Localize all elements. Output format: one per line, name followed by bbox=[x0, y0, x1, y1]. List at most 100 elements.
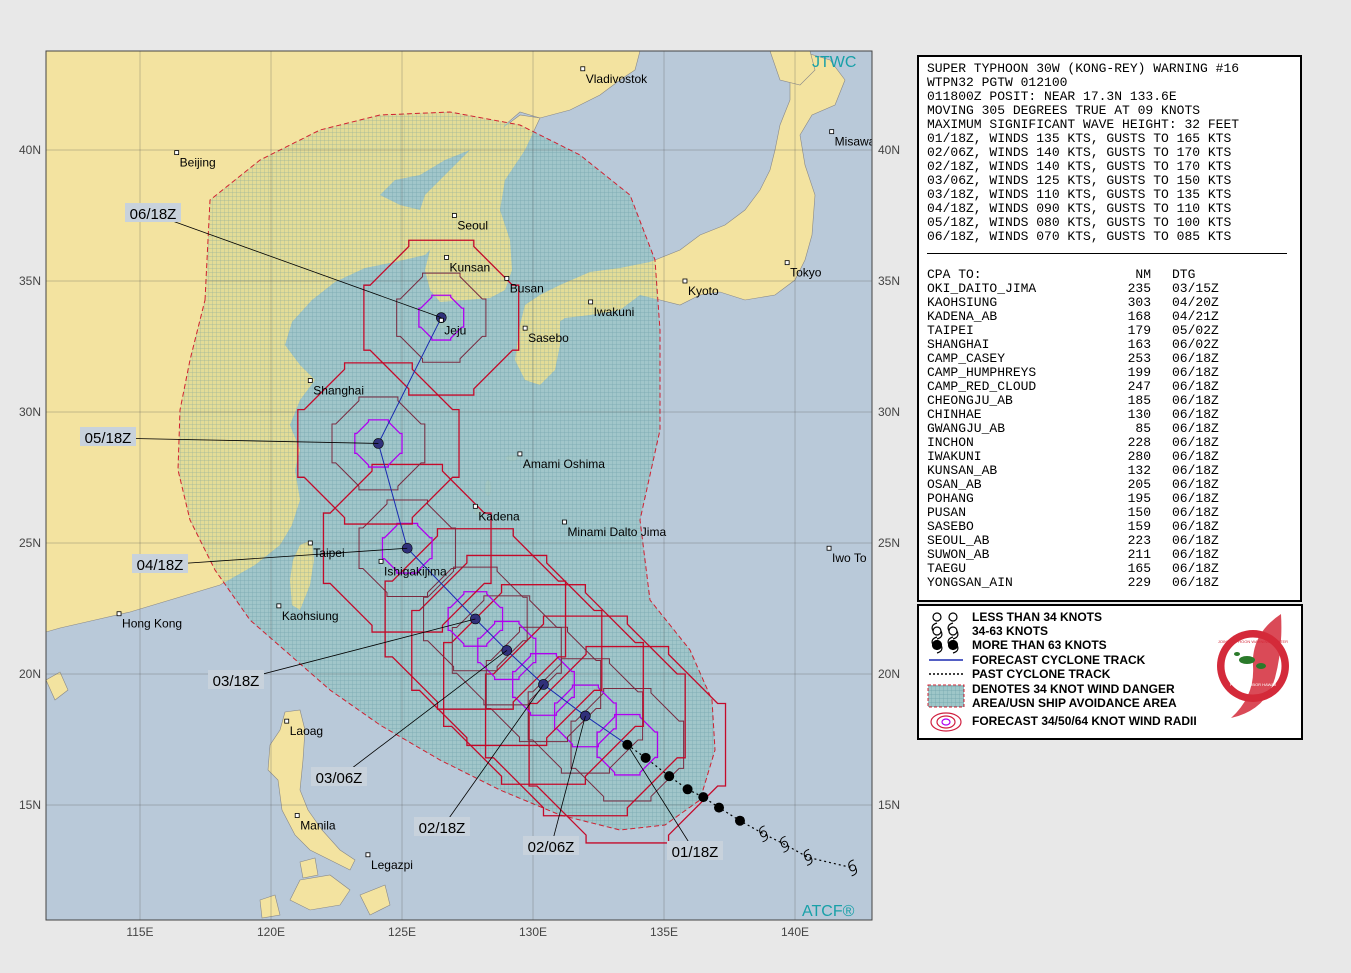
city-label: Beijing bbox=[180, 156, 216, 170]
cpa-row-dtg: 06/18Z bbox=[1172, 477, 1219, 492]
jtwc-label: JTWC bbox=[812, 54, 856, 71]
cpa-row-name: OSAN_AB bbox=[927, 477, 982, 492]
city-marker bbox=[580, 66, 586, 72]
warning-line: 03/06Z, WINDS 125 KTS, GUSTS TO 150 KTS bbox=[927, 173, 1232, 188]
past-storm-marker bbox=[682, 784, 693, 795]
forecast-time-label: 03/18Z bbox=[213, 673, 260, 690]
lon-label: 115E bbox=[126, 925, 153, 939]
cpa-row-dtg: 06/18Z bbox=[1172, 379, 1219, 394]
cpa-row-nm: 185 bbox=[1127, 393, 1151, 408]
cpa-row-dtg: 06/18Z bbox=[1172, 365, 1219, 380]
city-marker bbox=[284, 718, 290, 724]
lon-label: 125E bbox=[388, 925, 416, 939]
warning-title: SUPER TYPHOON 30W (KONG-REY) WARNING #16 bbox=[927, 61, 1240, 76]
cpa-row-nm: 150 bbox=[1127, 505, 1151, 520]
cpa-row-nm: 130 bbox=[1127, 407, 1151, 422]
city-marker bbox=[116, 611, 122, 617]
cpa-row-name: GWANGJU_AB bbox=[927, 421, 1006, 436]
wind-radii-legend-icon bbox=[930, 712, 962, 732]
cpa-row-name: KAOHSIUNG bbox=[927, 295, 998, 310]
forecast-time-label: 03/06Z bbox=[316, 770, 363, 787]
cpa-row-dtg: 06/18Z bbox=[1172, 435, 1219, 450]
cpa-row-dtg: 06/18Z bbox=[1172, 393, 1219, 408]
legend-item-avoidance-area: AREA/USN SHIP AVOIDANCE AREA bbox=[972, 696, 1177, 710]
legend-item-forecast-track: FORECAST CYCLONE TRACK bbox=[972, 653, 1146, 667]
city-label: Ishigakijima bbox=[384, 564, 447, 578]
cpa-row-name: SASEBO bbox=[927, 519, 974, 534]
legend-item-wind-radii: FORECAST 34/50/64 KNOT WIND RADII bbox=[972, 714, 1197, 728]
warning-text-panel: SUPER TYPHOON 30W (KONG-REY) WARNING #16… bbox=[917, 55, 1302, 602]
city-marker bbox=[517, 451, 523, 457]
longitude-labels: 115E 120E 125E 130E 135E 140E bbox=[126, 925, 809, 939]
cpa-row-nm: 223 bbox=[1127, 533, 1151, 548]
cpa-row-name: YONGSAN_AIN bbox=[927, 575, 1013, 590]
warning-line: MOVING 305 DEGREES TRUE AT 09 KNOTS bbox=[927, 103, 1201, 118]
city-label: Kyoto bbox=[688, 284, 719, 298]
city-label: Vladivostok bbox=[586, 72, 648, 86]
land-mindoro bbox=[299, 857, 319, 879]
cpa-row-name: KUNSAN_AB bbox=[927, 463, 998, 478]
past-storm-marker bbox=[698, 792, 709, 803]
warning-line: 02/18Z, WINDS 140 KTS, GUSTS TO 170 KTS bbox=[927, 159, 1232, 174]
cpa-row-nm: 229 bbox=[1127, 575, 1151, 590]
lat-label-right: 25N bbox=[878, 536, 900, 550]
forecast-time-label: 02/18Z bbox=[419, 820, 466, 837]
cpa-row-nm: 168 bbox=[1127, 309, 1151, 324]
cpa-row-nm: 228 bbox=[1127, 435, 1151, 450]
city-label: Laoag bbox=[290, 724, 323, 738]
cpa-row-name: SEOUL_AB bbox=[927, 533, 990, 548]
warning-line: 05/18Z, WINDS 080 KTS, GUSTS TO 100 KTS bbox=[927, 215, 1232, 230]
cpa-row-name: CHEONGJU_AB bbox=[927, 393, 1013, 408]
city-label: Kadena bbox=[478, 509, 520, 523]
warning-separator bbox=[927, 253, 1287, 254]
warning-line: 04/18Z, WINDS 090 KTS, GUSTS TO 110 KTS bbox=[927, 201, 1232, 216]
cpa-row-name: CAMP_CASEY bbox=[927, 351, 1006, 366]
cpa-row-name: POHANG bbox=[927, 491, 974, 506]
weak-storm-icon bbox=[932, 612, 958, 622]
past-storm-marker bbox=[714, 802, 725, 813]
cpa-row-name: SUWON_AB bbox=[927, 547, 990, 562]
forecast-time-label: 05/18Z bbox=[85, 430, 132, 447]
city-marker bbox=[174, 150, 180, 156]
past-storm-marker bbox=[664, 771, 675, 782]
cpa-row-name: SHANGHAI bbox=[927, 337, 990, 352]
cpa-row-dtg: 06/02Z bbox=[1172, 337, 1219, 352]
legend-item-past-track: PAST CYCLONE TRACK bbox=[972, 667, 1111, 681]
forecast-time-label: 04/18Z bbox=[137, 557, 184, 574]
cpa-header-name: CPA TO: bbox=[927, 267, 982, 282]
city-label: Jeju bbox=[444, 323, 466, 337]
cpa-row-dtg: 06/18Z bbox=[1172, 575, 1219, 590]
cpa-row-dtg: 06/18Z bbox=[1172, 449, 1219, 464]
cpa-row-nm: 165 bbox=[1127, 561, 1151, 576]
city-label: Busan bbox=[510, 281, 544, 295]
city-label: Sasebo bbox=[528, 331, 569, 345]
cpa-row-dtg: 03/15Z bbox=[1172, 281, 1219, 296]
cpa-row-nm: 253 bbox=[1127, 351, 1151, 366]
city-marker bbox=[307, 378, 313, 383]
cpa-row-dtg: 06/18Z bbox=[1172, 351, 1219, 366]
city-marker bbox=[562, 519, 567, 525]
cpa-row-nm: 205 bbox=[1127, 477, 1151, 492]
moderate-storm-icon bbox=[931, 622, 959, 640]
past-storm-marker bbox=[734, 815, 745, 826]
cpa-row-dtg: 06/18Z bbox=[1172, 519, 1219, 534]
cpa-row-dtg: 04/21Z bbox=[1172, 309, 1219, 324]
lat-label-right: 30N bbox=[878, 405, 900, 419]
lat-label-left: 25N bbox=[19, 536, 41, 550]
cpa-row-nm: 132 bbox=[1127, 463, 1151, 478]
city-label: Minami Dalto Jima bbox=[567, 525, 666, 539]
cpa-row-dtg: 04/20Z bbox=[1172, 295, 1219, 310]
cpa-row-name: KADENA_AB bbox=[927, 309, 998, 324]
cpa-row-nm: 280 bbox=[1127, 449, 1151, 464]
city-label: Kaohsiung bbox=[282, 609, 339, 623]
cpa-row-name: TAEGU bbox=[927, 561, 967, 576]
city-marker bbox=[829, 129, 835, 135]
city-label: Manila bbox=[300, 818, 336, 832]
lon-label: 120E bbox=[257, 925, 285, 939]
warning-line: MAXIMUM SIGNIFICANT WAVE HEIGHT: 32 FEET bbox=[927, 117, 1240, 132]
cpa-row-name: IWAKUNI bbox=[927, 449, 982, 464]
warning-line: 03/18Z, WINDS 110 KTS, GUSTS TO 135 KTS bbox=[927, 187, 1232, 202]
lat-label-left: 30N bbox=[19, 405, 41, 419]
cpa-row-name: CAMP_RED_CLOUD bbox=[927, 379, 1037, 394]
city-marker bbox=[438, 317, 444, 323]
